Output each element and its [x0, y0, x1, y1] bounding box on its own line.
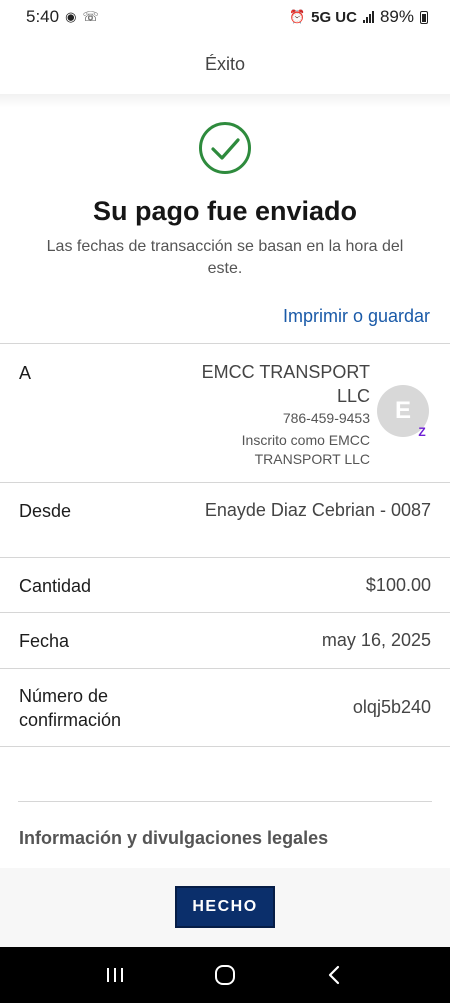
date-label: Fecha — [19, 631, 70, 651]
confirmation-subtitle: Las fechas de transacción se basan en la… — [46, 238, 404, 277]
confirmation-title: Su pago fue enviado — [92, 196, 358, 226]
done-button[interactable]: HECHO — [175, 886, 275, 928]
confirmation-number-value: olqj5b240 — [352, 697, 431, 717]
system-nav-bar — [0, 947, 450, 1003]
divider — [0, 343, 450, 344]
alarm-icon: ⏰ — [288, 9, 306, 24]
divider — [0, 668, 450, 669]
header-shadow — [0, 94, 450, 108]
payee-name: EMCC TRANSPORT LLC — [201, 362, 370, 406]
divider — [0, 557, 450, 558]
zelle-badge-icon: Z — [418, 425, 426, 439]
divider — [0, 482, 450, 483]
whatsapp-icon: ☏ — [82, 9, 99, 24]
divider — [18, 801, 432, 802]
back-icon[interactable] — [320, 960, 350, 990]
payee-phone: 786-459-9453 — [282, 410, 370, 426]
success-check-icon — [199, 122, 251, 174]
status-bar: 5:40 ◉ ☏ ⏰ 5G UC 89% — [0, 0, 450, 34]
network-type: 5G UC — [311, 8, 357, 26]
print-or-save-link[interactable]: Imprimir o guardar — [283, 306, 430, 327]
confirmation-number-label: Número de confirmación — [19, 686, 122, 730]
from-account: Enayde Diaz Cebrian - 0087 — [204, 500, 431, 520]
divider — [0, 612, 450, 613]
payee-enrolled-as: Inscrito como EMCC TRANSPORT LLC — [241, 432, 370, 467]
signal-icon — [362, 11, 374, 23]
legal-disclosures-link[interactable]: Información y divulgaciones legales — [19, 828, 328, 849]
home-icon[interactable] — [210, 960, 240, 990]
amount-value: $100.00 — [365, 575, 431, 595]
battery-icon — [420, 10, 428, 24]
status-time: 5:40 — [26, 7, 60, 26]
payee-label: A — [19, 363, 32, 383]
amount-label: Cantidad — [19, 576, 92, 596]
chat-bubble-icon: ◉ — [65, 9, 77, 24]
divider — [0, 746, 450, 747]
battery-percent: 89% — [379, 7, 414, 26]
page-title: Éxito — [204, 53, 246, 74]
date-value: may 16, 2025 — [321, 630, 431, 650]
page-header: Éxito — [0, 34, 450, 94]
from-label: Desde — [19, 501, 72, 521]
avatar-initial: E — [394, 397, 411, 424]
recent-apps-icon[interactable] — [100, 960, 130, 990]
